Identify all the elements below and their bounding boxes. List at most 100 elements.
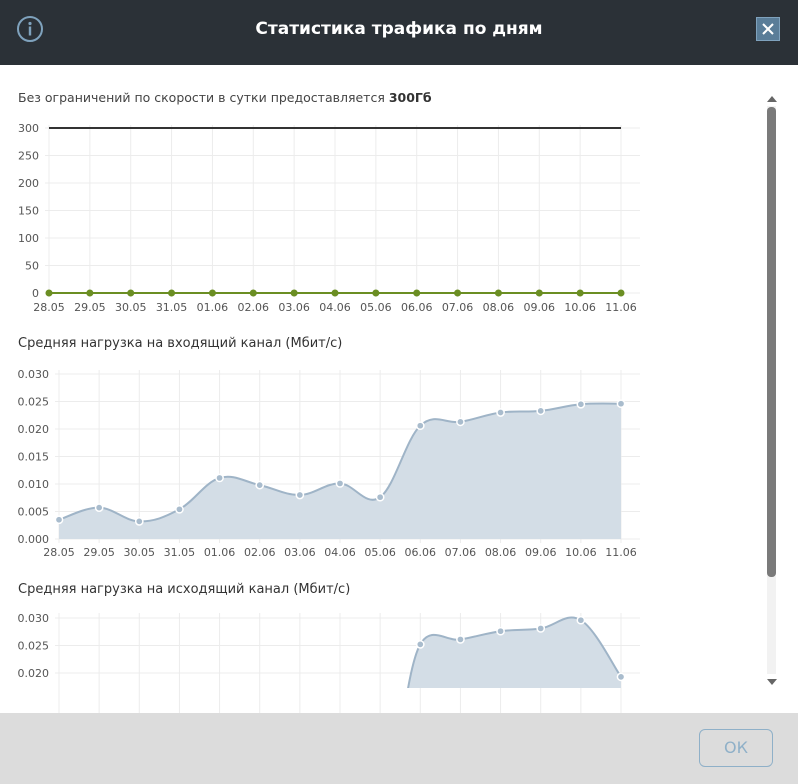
x-tick-label: 28.05 bbox=[43, 546, 75, 559]
x-tick-label: 30.05 bbox=[124, 546, 156, 559]
y-tick-label: 100 bbox=[18, 232, 39, 245]
x-tick-label: 06.06 bbox=[401, 301, 433, 314]
data-point bbox=[616, 399, 626, 409]
data-point bbox=[255, 480, 265, 490]
y-tick-label: 150 bbox=[18, 205, 39, 218]
y-tick-label: 0.025 bbox=[18, 640, 50, 653]
x-tick-label: 07.06 bbox=[445, 546, 477, 559]
data-point bbox=[375, 492, 385, 502]
data-point bbox=[215, 473, 224, 483]
data-point bbox=[454, 289, 462, 297]
data-point bbox=[290, 289, 298, 297]
x-tick-label: 02.06 bbox=[244, 546, 276, 559]
data-point bbox=[372, 289, 380, 297]
traffic-limit-value: 300Гб bbox=[388, 90, 432, 105]
data-point bbox=[536, 624, 546, 633]
x-tick-label: 29.05 bbox=[74, 301, 106, 314]
traffic-limit-note-text: Без ограничений по скорости в сутки пред… bbox=[18, 90, 389, 105]
data-point bbox=[45, 289, 53, 297]
y-tick-label: 0.005 bbox=[18, 506, 50, 519]
x-tick-label: 11.06 bbox=[605, 546, 637, 559]
data-point bbox=[295, 490, 305, 500]
x-tick-label: 10.06 bbox=[564, 301, 596, 314]
data-point bbox=[576, 289, 584, 297]
x-tick-label: 06.06 bbox=[405, 546, 437, 559]
x-tick-label: 05.06 bbox=[360, 301, 392, 314]
data-point bbox=[94, 503, 104, 512]
scroll-up-icon[interactable] bbox=[763, 92, 781, 104]
dialog-titlebar: Статистика трафика по дням bbox=[0, 0, 798, 65]
data-point bbox=[617, 289, 625, 297]
x-tick-label: 03.06 bbox=[284, 546, 316, 559]
data-point bbox=[86, 289, 94, 297]
ok-button[interactable]: ОК bbox=[699, 729, 773, 767]
y-tick-label: 200 bbox=[18, 177, 39, 190]
y-tick-label: 0.020 bbox=[18, 667, 50, 680]
x-tick-label: 11.06 bbox=[605, 301, 637, 314]
series-area bbox=[408, 617, 621, 688]
x-tick-label: 31.05 bbox=[164, 546, 196, 559]
data-point bbox=[494, 289, 502, 297]
dialog-title: Статистика трафика по дням bbox=[255, 19, 543, 39]
incoming-load-title: Средняя нагрузка на входящий канал (Мбит… bbox=[18, 336, 343, 351]
data-point bbox=[415, 640, 425, 649]
x-tick-label: 04.06 bbox=[324, 546, 356, 559]
data-point bbox=[168, 289, 176, 297]
data-point bbox=[536, 406, 546, 416]
data-point bbox=[127, 289, 135, 297]
x-tick-label: 03.06 bbox=[278, 301, 310, 314]
data-point bbox=[535, 289, 543, 297]
data-point bbox=[456, 417, 465, 427]
data-point bbox=[415, 421, 425, 431]
y-tick-label: 0.020 bbox=[18, 423, 50, 436]
y-tick-label: 50 bbox=[25, 260, 39, 273]
close-icon bbox=[762, 23, 774, 35]
x-tick-label: 01.06 bbox=[197, 301, 229, 314]
data-point bbox=[175, 504, 184, 514]
outgoing-load-chart: 0.030 0.025 0.020 bbox=[18, 612, 640, 713]
series-area-group bbox=[407, 615, 626, 688]
data-point bbox=[413, 289, 421, 297]
data-point bbox=[134, 517, 144, 526]
x-tick-label: 01.06 bbox=[204, 546, 236, 559]
x-tick-label: 28.05 bbox=[33, 301, 65, 314]
y-tick-label: 0.025 bbox=[18, 396, 50, 409]
data-point bbox=[208, 289, 216, 297]
y-tick-label: 0.015 bbox=[18, 451, 50, 464]
data-point bbox=[576, 399, 586, 409]
data-point bbox=[331, 289, 339, 297]
outgoing-load-title: Средняя нагрузка на исходящий канал (Мби… bbox=[18, 582, 351, 597]
y-tick-label: 250 bbox=[18, 150, 39, 163]
x-tick-label: 09.06 bbox=[524, 301, 556, 314]
x-tick-label: 04.06 bbox=[319, 301, 351, 314]
daily-traffic-chart: 300 250 200 150 100 50 028.05 29.05 30.05 31.05 01… bbox=[18, 122, 640, 314]
dialog-content[interactable]: Без ограничений по скорости в сутки пред… bbox=[0, 65, 760, 713]
data-point bbox=[249, 289, 257, 297]
grid bbox=[45, 125, 640, 297]
data-point bbox=[496, 626, 505, 636]
y-tick-label: 0.030 bbox=[18, 612, 50, 625]
y-tick-label: 300 bbox=[18, 122, 39, 135]
data-point bbox=[616, 672, 626, 682]
x-tick-label: 07.06 bbox=[442, 301, 474, 314]
y-tick-label: 0.010 bbox=[18, 478, 50, 491]
y-tick-label: 0.000 bbox=[18, 533, 50, 546]
data-point bbox=[335, 479, 345, 488]
x-tick-label: 29.05 bbox=[83, 546, 115, 559]
x-tick-label: 08.06 bbox=[485, 546, 517, 559]
incoming-load-chart: 0.030 0.025 0.020 0.015 0.010 0.005 0.00028.05… bbox=[18, 368, 640, 559]
x-tick-label: 30.05 bbox=[115, 301, 147, 314]
x-tick-label: 05.06 bbox=[364, 546, 396, 559]
x-tick-label: 09.06 bbox=[525, 546, 557, 559]
x-tick-label: 08.06 bbox=[483, 301, 515, 314]
vertical-scrollbar[interactable] bbox=[763, 90, 781, 688]
data-point bbox=[54, 515, 64, 525]
y-tick-label: 0 bbox=[32, 287, 39, 300]
scroll-thumb[interactable] bbox=[767, 107, 776, 577]
data-point bbox=[496, 408, 505, 417]
x-tick-label: 10.06 bbox=[565, 546, 597, 559]
close-button[interactable] bbox=[756, 17, 780, 41]
data-point bbox=[456, 635, 465, 644]
y-tick-label: 0.030 bbox=[18, 368, 50, 381]
scroll-down-icon[interactable] bbox=[763, 676, 781, 688]
